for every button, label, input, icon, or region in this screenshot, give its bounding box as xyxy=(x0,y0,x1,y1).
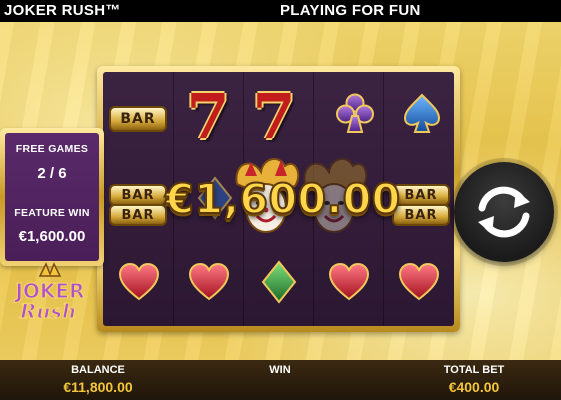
feature-win-label: FEATURE WIN xyxy=(14,207,90,219)
feature-win-value: €1,600.00 xyxy=(18,228,86,245)
play-mode-label: PLAYING FOR FUN xyxy=(280,2,421,19)
spade-suit-icon xyxy=(400,92,444,136)
bottom-bar: BALANCE €11,800.00 WIN TOTAL BET €400.00 xyxy=(0,360,561,400)
balance-label: BALANCE xyxy=(71,364,125,376)
refresh-arrows-icon xyxy=(478,186,530,238)
balance-value: €11,800.00 xyxy=(63,379,133,395)
bar-symbol: BAR xyxy=(109,106,167,132)
heart-suit-icon xyxy=(117,260,161,304)
free-games-label: FREE GAMES xyxy=(15,143,89,155)
total-bet-label[interactable]: TOTAL BET xyxy=(414,364,534,376)
heart-suit-icon xyxy=(187,260,231,304)
spin-button[interactable] xyxy=(454,162,554,262)
diamond-suit-icon xyxy=(257,260,301,304)
win-label: WIN xyxy=(269,364,291,376)
heart-suit-icon xyxy=(327,260,371,304)
club-suit-icon xyxy=(333,92,377,136)
total-bet-value[interactable]: €400.00 xyxy=(414,379,534,395)
joker-rush-logo: JOKER Rush xyxy=(2,262,98,324)
svg-text:Rush: Rush xyxy=(19,299,77,322)
top-bar: JOKER RUSH™ PLAYING FOR FUN xyxy=(0,0,561,22)
heart-suit-icon xyxy=(397,260,441,304)
free-games-value: 2 / 6 xyxy=(37,165,67,182)
seven-symbol: 7 xyxy=(252,80,296,153)
free-games-panel: FREE GAMES 2 / 6 FEATURE WIN €1,600.00 xyxy=(0,128,104,266)
win-amount-banner: €1,600.00 xyxy=(164,175,401,223)
game-title: JOKER RUSH™ xyxy=(4,2,121,19)
seven-symbol: 7 xyxy=(186,80,230,153)
